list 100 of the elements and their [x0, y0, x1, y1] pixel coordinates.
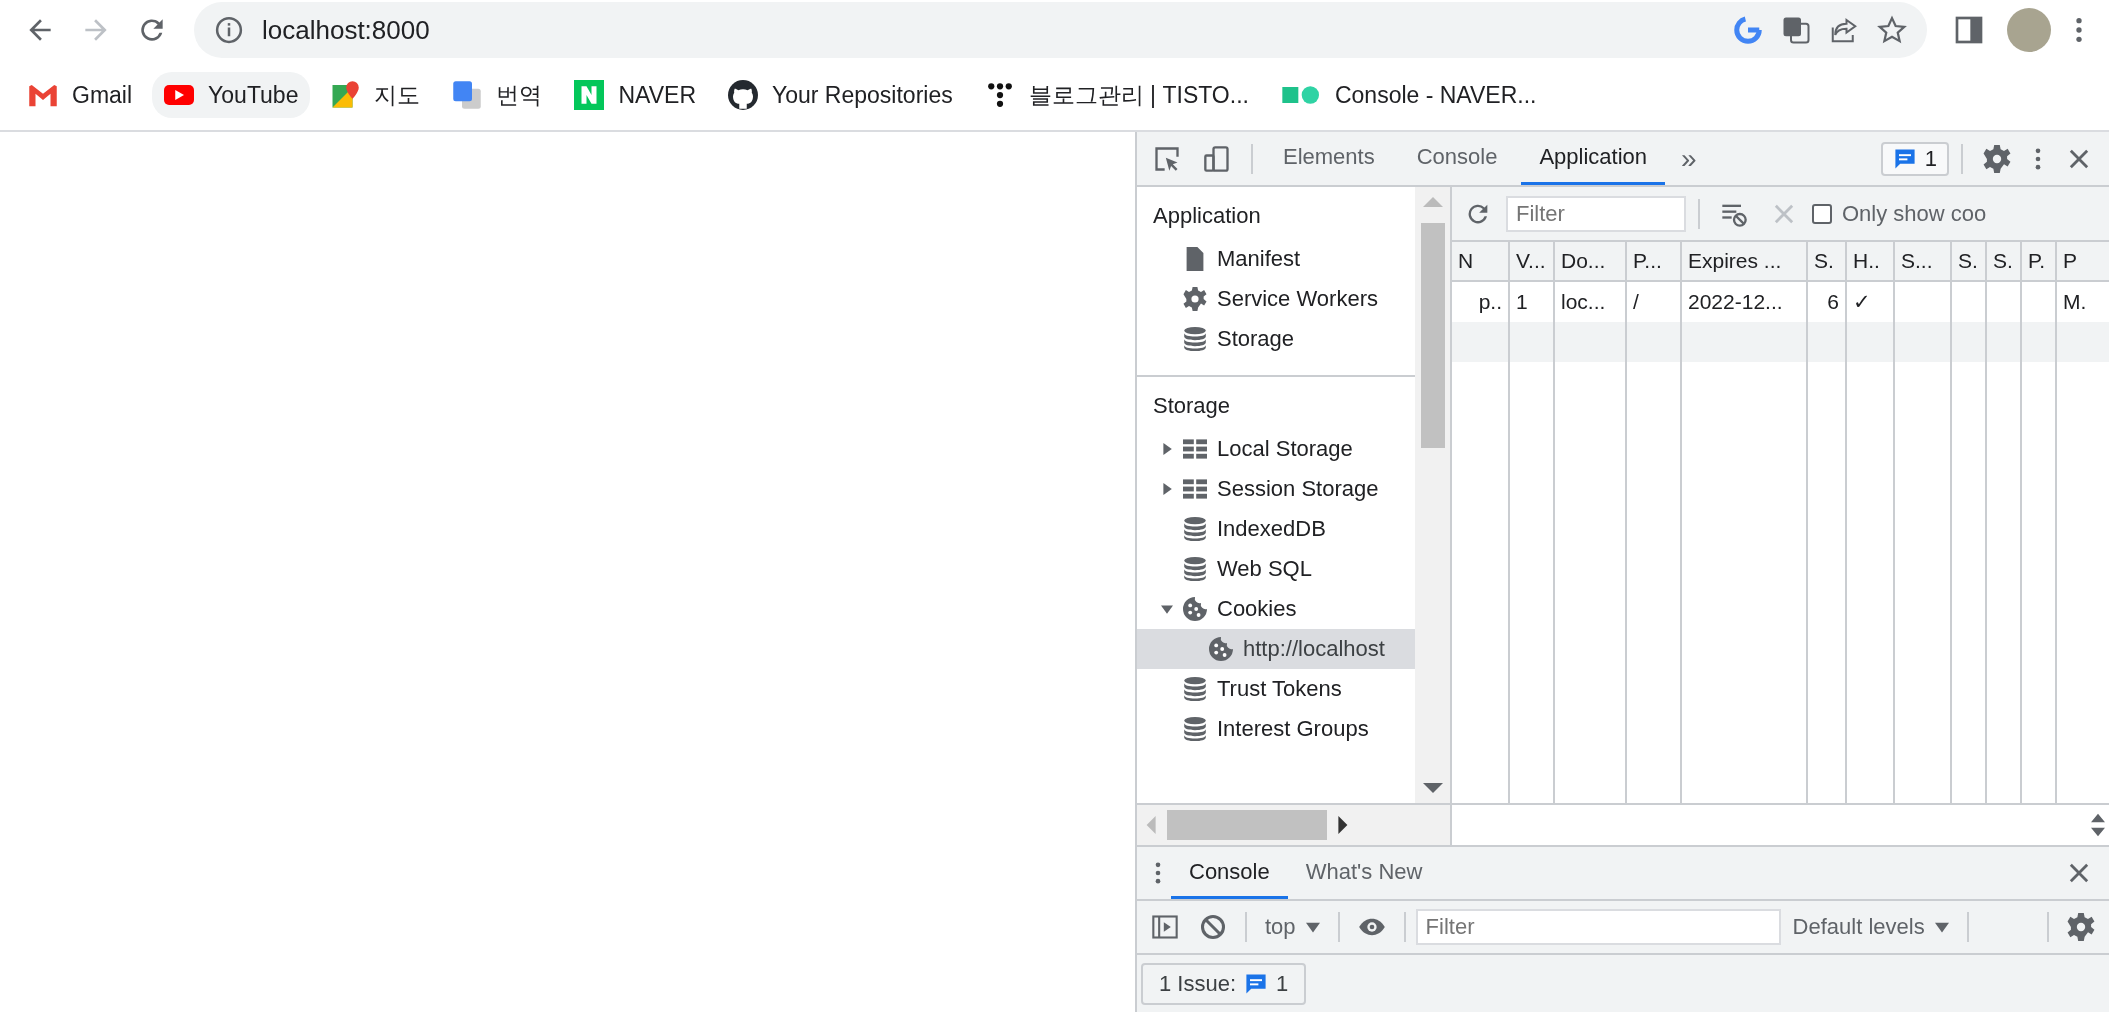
table-cell-text: p.. [1477, 289, 1503, 315]
column-header[interactable]: P [2057, 242, 2109, 282]
cookie-icon [1209, 637, 1233, 661]
scroll-arrows-icon[interactable] [2091, 811, 2105, 839]
tree-item[interactable]: Local Storage [1137, 429, 1415, 469]
bookmark[interactable]: Gmail [16, 72, 145, 118]
filter-input[interactable]: Filter [1415, 909, 1781, 945]
table-cell-text: 6 [1826, 289, 1840, 315]
settings-icon[interactable] [2067, 913, 2095, 941]
table-cell-text: 1 [1515, 289, 1529, 315]
section-heading: Application [1152, 202, 1262, 230]
inspect-element-icon[interactable] [1153, 144, 1181, 173]
empty-row-cell [2022, 322, 2055, 362]
database-icon [1183, 327, 1207, 351]
bookmark-label: 블로그관리 | TISTO... [1028, 80, 1249, 110]
vertical-scrollbar[interactable] [1415, 187, 1450, 803]
star-icon[interactable] [1877, 15, 1907, 45]
expanded-triangle-icon[interactable] [1161, 603, 1173, 615]
panel-tab[interactable]: Elements [1265, 132, 1393, 185]
tree-item[interactable]: http://localhost [1137, 629, 1415, 669]
column-header[interactable]: S... [1895, 242, 1950, 282]
bookmark[interactable]: NAVER [562, 72, 708, 118]
message-icon [1892, 146, 1917, 171]
drawer-tab[interactable]: What's New [1287, 847, 1441, 899]
bookmark[interactable]: 블로그관리 | TISTO... [972, 71, 1261, 119]
column-header[interactable]: P... [1627, 242, 1680, 282]
more-tabs-button[interactable]: » [1671, 142, 1707, 175]
empty-row-cell [1510, 322, 1553, 362]
bookmark[interactable]: Your Repositories [716, 72, 965, 118]
database-icon [1183, 557, 1207, 581]
bookmark-label: NAVER [618, 81, 696, 109]
caret-icon [1934, 920, 1949, 934]
sidebar-toggle-icon[interactable] [1151, 913, 1179, 941]
column-header[interactable]: S. [1987, 242, 2020, 282]
column-header[interactable]: N [1452, 242, 1508, 282]
bookmark-label: Gmail [72, 81, 133, 109]
issues-badge[interactable]: 1 [1880, 141, 1949, 176]
clear-console-icon[interactable] [1199, 913, 1227, 941]
tree-item[interactable]: Interest Groups [1137, 709, 1415, 749]
table-cell-text: 2022-12... [1687, 289, 1784, 315]
tree-item[interactable]: Service Workers [1137, 279, 1415, 319]
levels-dropdown[interactable]: Default levels [1784, 914, 1957, 940]
side-panel-icon[interactable] [1953, 14, 1985, 46]
table-icon [1183, 437, 1207, 461]
drawer-tab[interactable]: Console [1171, 847, 1288, 899]
empty-row-cell [1895, 322, 1950, 362]
empty-row-cell [1627, 322, 1680, 362]
translate-icon[interactable] [1781, 15, 1811, 45]
message-icon [1244, 971, 1269, 996]
panel-tab[interactable]: Console [1398, 132, 1516, 185]
empty-row-cell [1952, 322, 1985, 362]
column-header[interactable]: Expires ... [1682, 242, 1806, 282]
gear-icon [1183, 287, 1207, 311]
filter-input[interactable]: Filter [1506, 195, 1686, 232]
bookmark-label: Console - NAVER... [1334, 81, 1537, 109]
empty-row-cell [1555, 322, 1625, 362]
tree-item[interactable]: Cookies [1137, 589, 1415, 629]
table-cell-text: loc... [1560, 289, 1607, 315]
bookmark-label: 지도 [374, 80, 421, 110]
bookmark[interactable]: 번역 [440, 71, 555, 119]
empty-row-cell [1808, 322, 1845, 362]
column-header[interactable]: P. [2022, 242, 2055, 282]
tree-item[interactable]: Manifest [1137, 239, 1415, 279]
table-cell-text: M. [2062, 289, 2088, 315]
table-icon [1183, 477, 1207, 501]
address-bar[interactable]: localhost:8000 [194, 2, 1927, 58]
tree-item[interactable]: Session Storage [1137, 469, 1415, 509]
collapsed-triangle-icon[interactable] [1161, 443, 1173, 455]
database-icon [1183, 717, 1207, 741]
tree-item[interactable]: Web SQL [1137, 549, 1415, 589]
column-header[interactable]: H.. [1847, 242, 1893, 282]
google-logo-icon[interactable] [1733, 15, 1763, 45]
info-icon [214, 15, 244, 45]
context-dropdown[interactable]: top [1257, 914, 1328, 940]
tree-item[interactable]: Storage [1137, 319, 1415, 359]
bookmark[interactable]: YouTube [152, 72, 311, 118]
column-header[interactable]: V... [1510, 242, 1553, 282]
bookmark[interactable]: 지도 [318, 71, 433, 119]
database-icon [1183, 677, 1207, 701]
column-header[interactable]: Do... [1555, 242, 1625, 282]
bookmark[interactable]: Console - NAVER... [1268, 72, 1549, 118]
column-header[interactable]: S. [1952, 242, 1985, 282]
bookmark-label: YouTube [208, 81, 299, 109]
column-header[interactable]: S. [1808, 242, 1845, 282]
url-text: localhost:8000 [262, 14, 430, 46]
table-cell-text: ✓ [1852, 289, 1872, 315]
bookmark-label: 번역 [496, 80, 543, 110]
cookie-icon [1183, 597, 1207, 621]
map-pin-icon [330, 80, 361, 110]
empty-row-cell [1987, 322, 2020, 362]
collapsed-triangle-icon[interactable] [1161, 483, 1173, 495]
tree-item[interactable]: IndexedDB [1137, 509, 1415, 549]
issues-button[interactable]: 1 Issue: 1 [1141, 962, 1307, 1005]
only-show-checkbox[interactable]: Only show coo [1812, 200, 1987, 227]
bookmark-label: Your Repositories [772, 81, 953, 109]
settings-icon[interactable] [1983, 144, 2011, 173]
device-toolbar-icon[interactable] [1203, 144, 1231, 173]
empty-row-cell [1847, 322, 1893, 362]
tree-item[interactable]: Trust Tokens [1137, 669, 1415, 709]
horizontal-scrollbar[interactable] [1137, 803, 1450, 845]
